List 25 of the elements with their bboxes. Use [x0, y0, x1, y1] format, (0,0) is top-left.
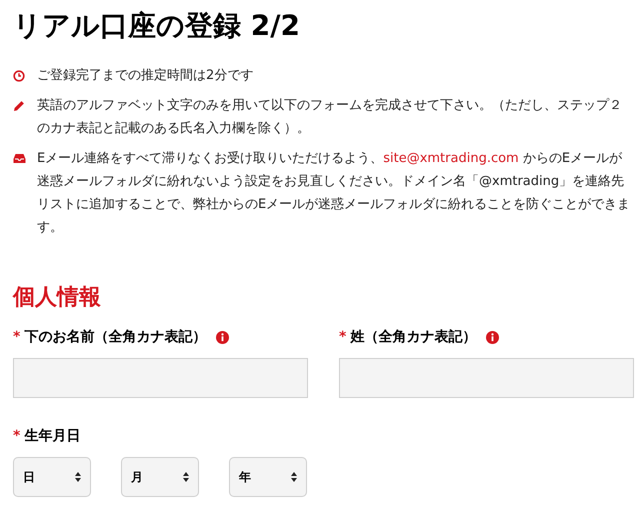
- note-text: ご登録完了までの推定時間は2分です: [37, 67, 254, 85]
- select-field[interactable]: 月: [121, 457, 199, 497]
- field-label: 生年月日: [24, 427, 80, 446]
- section-title: 個人情報: [13, 284, 102, 312]
- email-link[interactable]: site@xmtrading.com: [383, 151, 519, 166]
- text-field[interactable]: [339, 358, 634, 398]
- text-field[interactable]: [13, 358, 308, 398]
- updown-icon: [75, 472, 81, 482]
- info-icon[interactable]: [486, 330, 500, 344]
- pencil-icon: [13, 100, 25, 112]
- clock-icon: [13, 70, 25, 82]
- select-field[interactable]: 年: [229, 457, 307, 497]
- required-mark: *: [13, 427, 20, 446]
- field-label: 下のお名前（全角カナ表記）: [24, 328, 206, 347]
- required-mark: *: [339, 328, 346, 347]
- updown-icon: [291, 472, 297, 482]
- inbox-icon: [13, 153, 26, 164]
- info-icon[interactable]: [216, 330, 230, 344]
- note-text: 英語のアルファベット文字のみを用いて以下のフォームを完成させて下さい。（ただし、ステップ２のカナ表記と記載のある氏名入力欄を除く）。: [37, 97, 623, 138]
- required-mark: *: [13, 328, 20, 347]
- updown-icon: [183, 472, 189, 482]
- note-text: Eメール連絡をすべて滞りなくお受け取りいただけるよう、site@xmtrading.com からのEメールが迷惑メールフォルダに紛れないよう設定をお見直しください。ドメイン名「@xmtrading」を連絡先リストに追加することで、弊社からのEメールが迷惑メールフォルダに紛れることを防ぐことができます。: [37, 150, 632, 237]
- field-label: 姓（全角カナ表記）: [350, 328, 476, 347]
- page-title: リアル口座の登録 2/2: [13, 8, 301, 44]
- select-field[interactable]: 日: [13, 457, 91, 497]
